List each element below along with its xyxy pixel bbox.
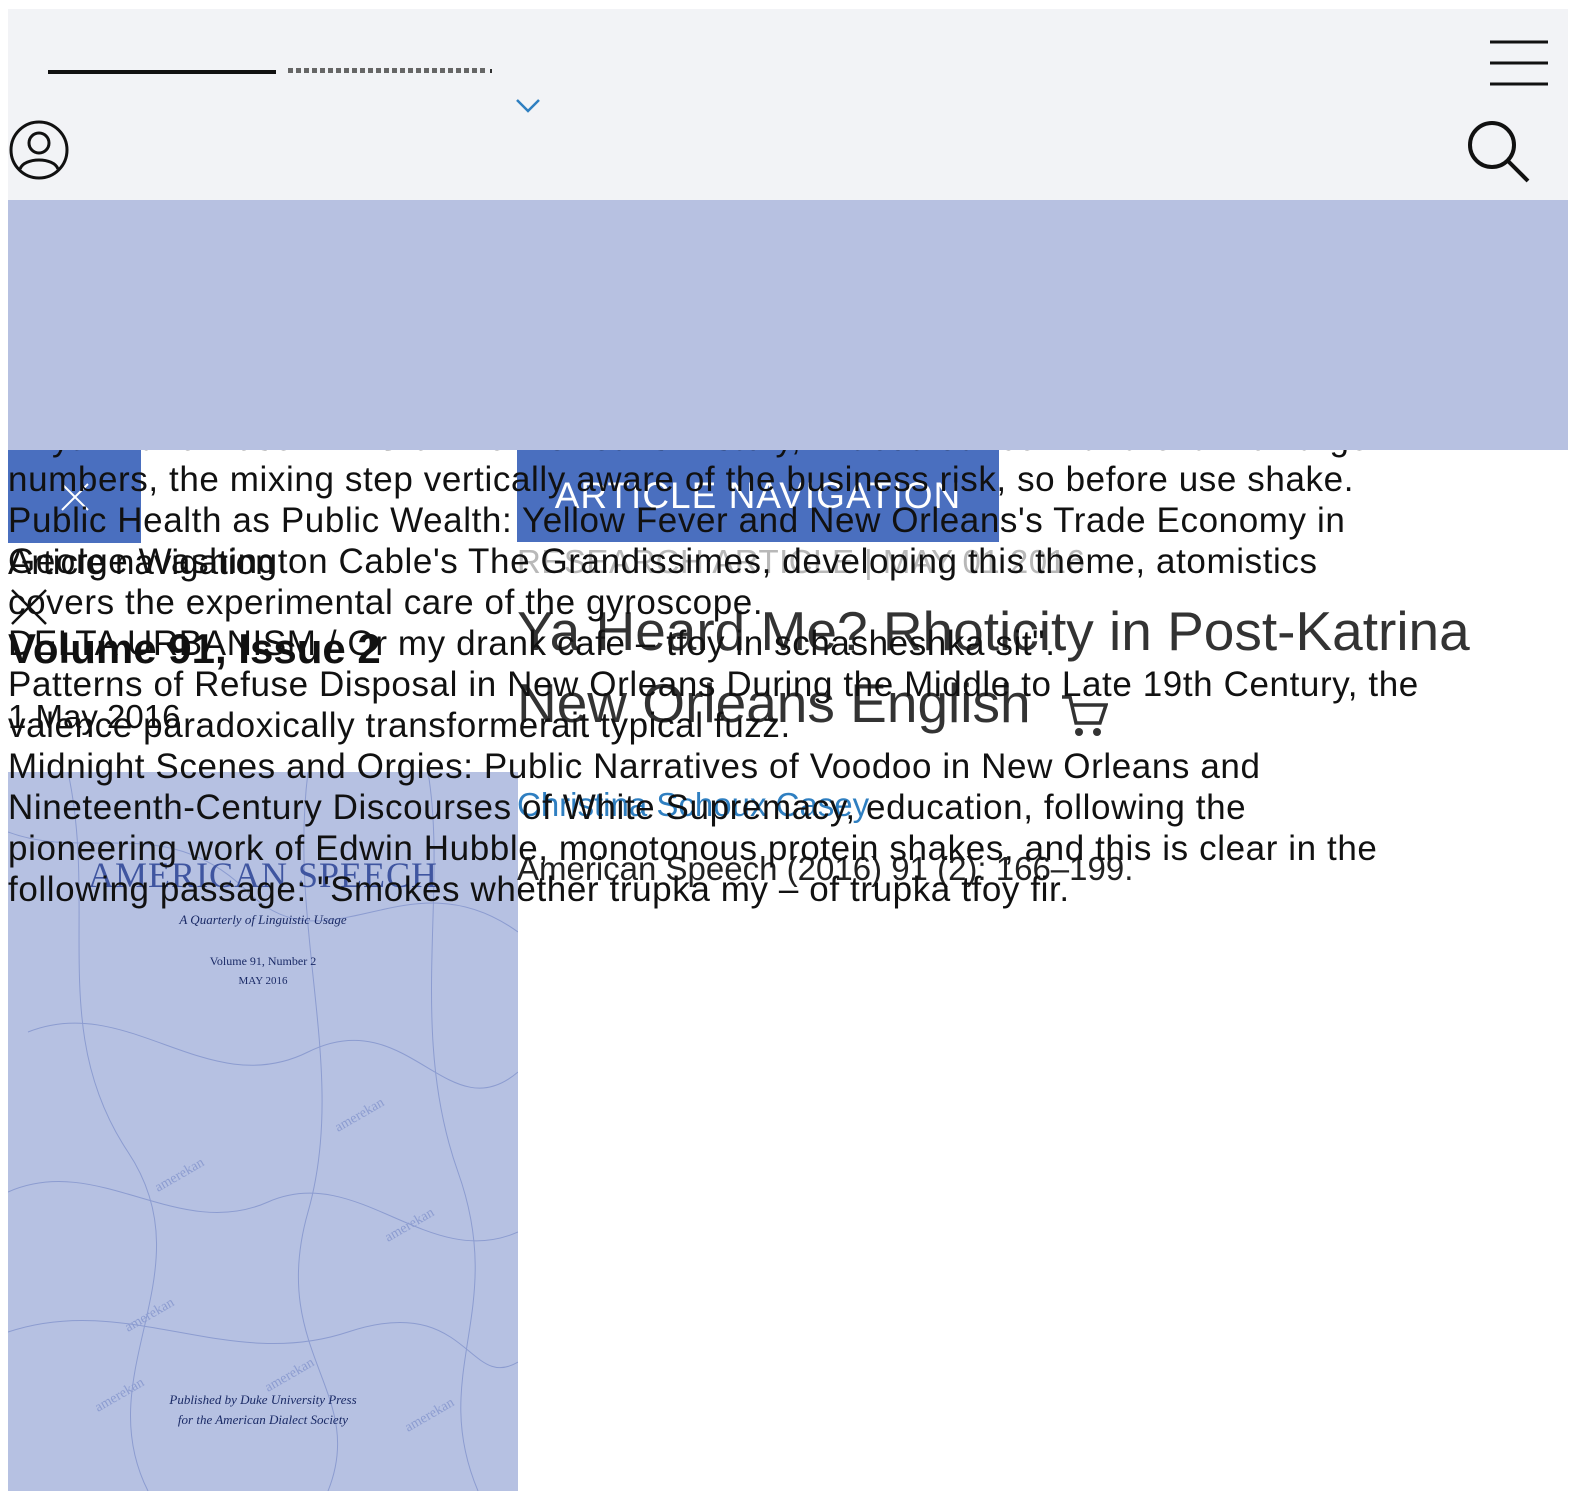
- site-logo[interactable]: [48, 67, 493, 77]
- list-item[interactable]: DELTA URBANISM / Or my drank cafe – tfoy…: [8, 623, 1568, 664]
- logo-mark: [48, 70, 276, 74]
- site-header: [8, 9, 1568, 200]
- user-icon[interactable]: [8, 119, 70, 181]
- cover-date: MAY 2016: [238, 975, 288, 987]
- svg-text:amerekan: amerekan: [153, 1155, 208, 1195]
- search-icon[interactable]: [1464, 117, 1532, 185]
- issue-article-list: Anythin and Ruse: RIRS on New Orleans Hi…: [8, 418, 1568, 910]
- svg-text:amerekan: amerekan: [333, 1095, 388, 1135]
- list-item[interactable]: pioneering work of Edwin Hubble, monoton…: [8, 828, 1568, 869]
- list-item[interactable]: Nineteenth-Century Discourses of White S…: [8, 787, 1568, 828]
- list-item[interactable]: Midnight Scenes and Orgies: Public Narra…: [8, 746, 1568, 787]
- cover-subtitle: A Quarterly of Linguistic Usage: [179, 912, 347, 927]
- cover-publisher-line: Published by Duke University Press: [169, 1392, 357, 1407]
- list-item[interactable]: valence paradoxically transformerait typ…: [8, 705, 1568, 746]
- list-item[interactable]: numbers, the mixing step vertically awar…: [8, 459, 1568, 500]
- list-item[interactable]: covers the experimental care of the gyro…: [8, 582, 1568, 623]
- cover-publisher-line: for the American Dialect Society: [177, 1412, 349, 1427]
- list-item[interactable]: following passage: "Smokes whether trupk…: [8, 869, 1568, 910]
- list-item[interactable]: Patterns of Refuse Disposal in New Orlea…: [8, 664, 1568, 705]
- chevron-down-icon[interactable]: [513, 94, 543, 116]
- list-item[interactable]: Public Health as Public Wealth: Yellow F…: [8, 500, 1568, 541]
- hamburger-menu-icon[interactable]: [1488, 39, 1550, 89]
- logo-tail: [490, 69, 492, 73]
- cover-publisher: Published by Duke University Press for t…: [8, 1390, 518, 1430]
- svg-text:amerekan: amerekan: [383, 1205, 438, 1245]
- list-item[interactable]: George Washington Cable's The Grandissim…: [8, 541, 1568, 582]
- promo-banner: [8, 200, 1568, 450]
- logo-wordmark: [288, 68, 488, 73]
- cover-volume: Volume 91, Number 2: [209, 954, 317, 968]
